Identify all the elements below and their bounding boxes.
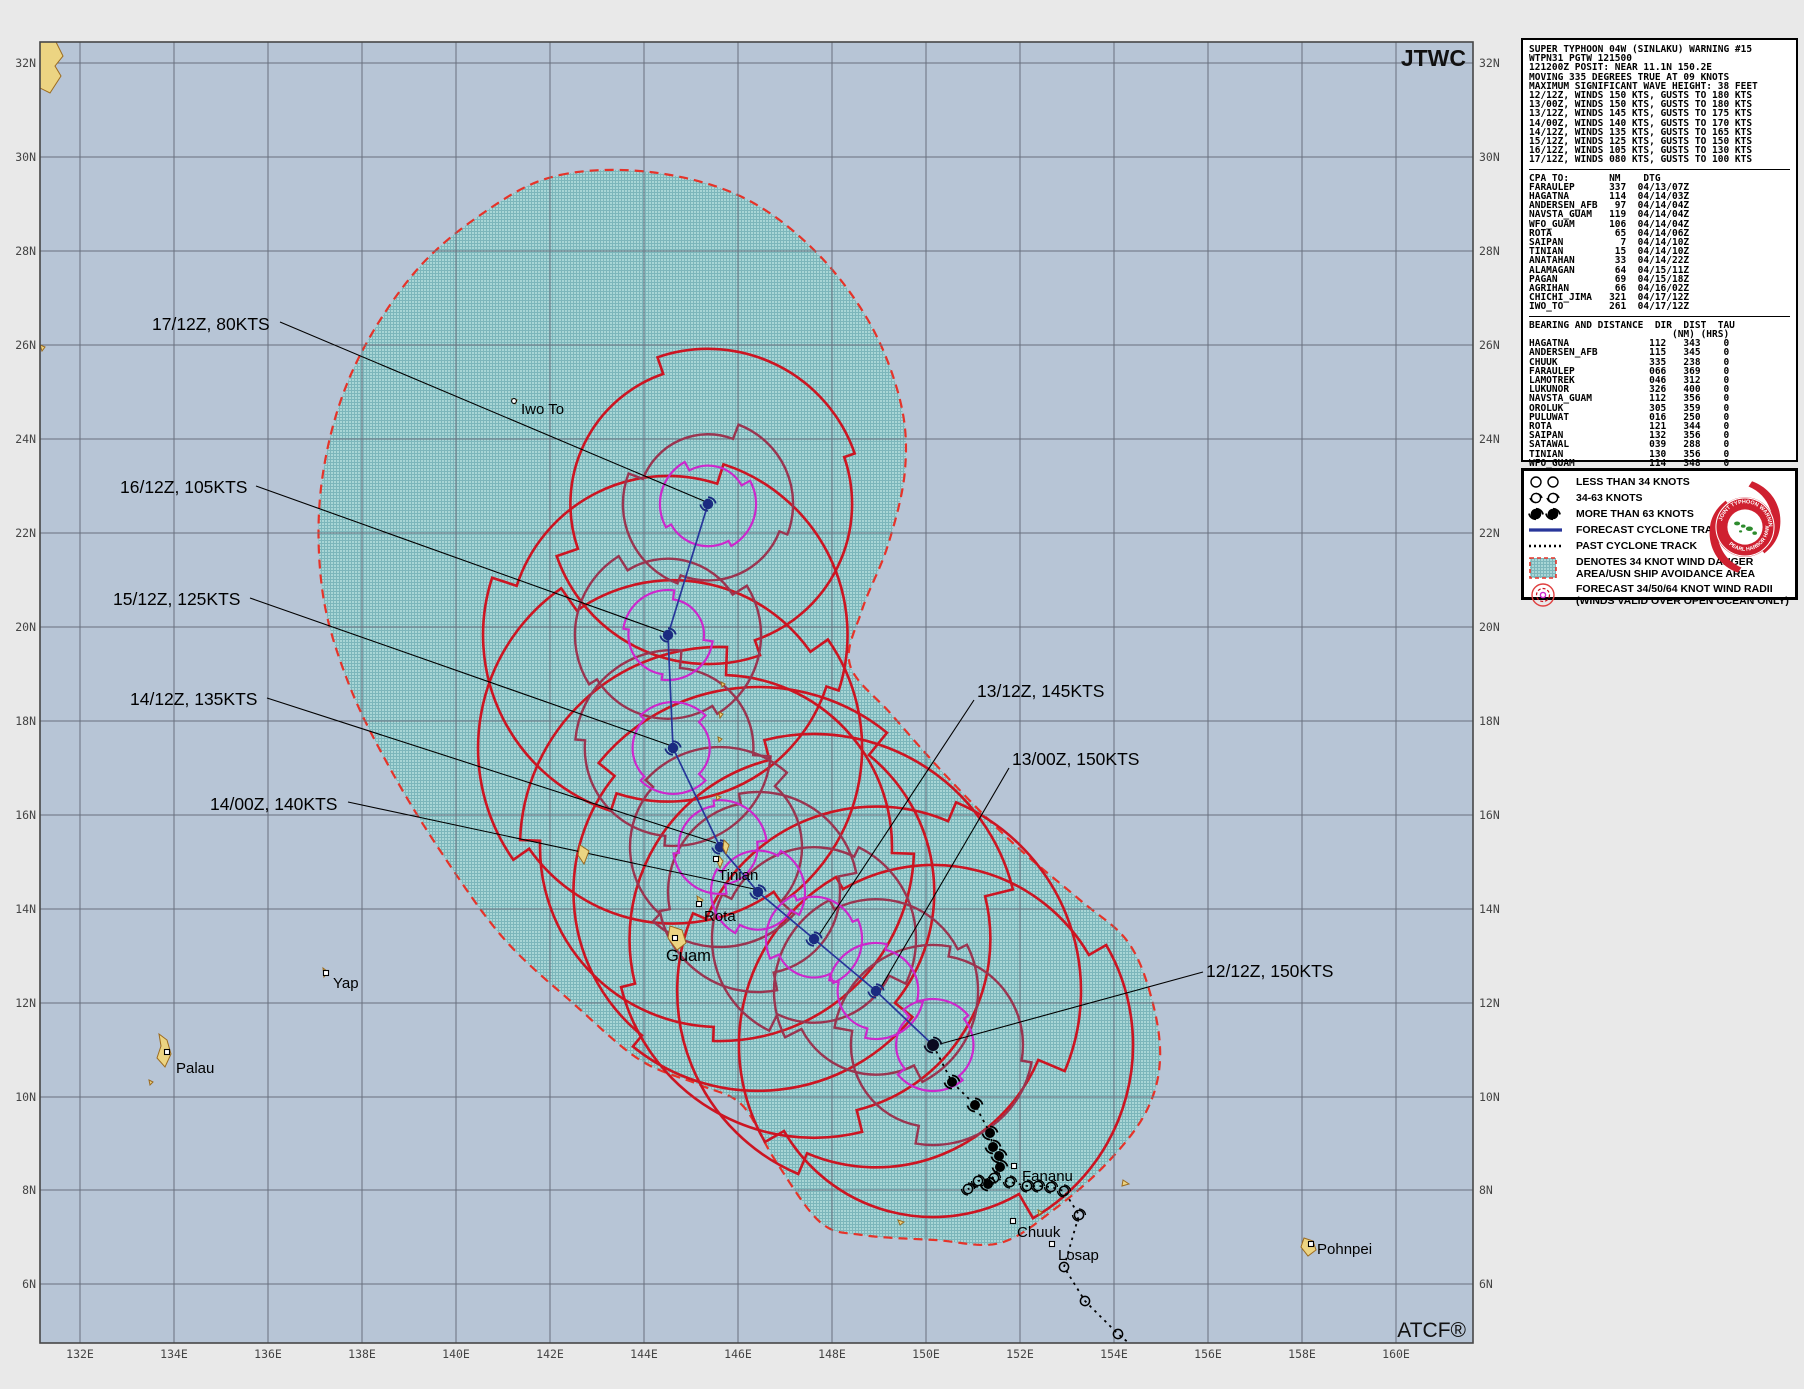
lon-label: 134E [160,1347,188,1361]
lon-label: 132E [66,1347,94,1361]
lat-label-right: 14N [1479,902,1500,916]
forecast-label-13/12Z: 13/12Z, 145KTS [977,681,1104,701]
place-marker-Palau [165,1050,170,1055]
lon-label: 136E [254,1347,282,1361]
legend-label: 34-63 KNOTS [1576,492,1643,504]
lat-label-right: 24N [1479,432,1500,446]
storm-circle-pair-icon [1528,490,1576,506]
forecast-label-12/12Z: 12/12Z, 150KTS [1206,961,1333,981]
place-label-Iwo To: Iwo To [521,401,564,418]
lat-label-left: 16N [15,808,36,822]
place-marker-Rota [697,902,702,907]
typhoon-warning-graphic: Iwo To Tinian Rota Guam Yap Palau Fananu Chuuk L… [0,0,1804,1389]
lat-label-left: 18N [15,714,36,728]
forecast-label-17/12Z: 17/12Z, 80KTS [152,314,270,334]
lat-label-right: 26N [1479,338,1500,352]
lon-label: 154E [1100,1347,1128,1361]
lat-label-left: 12N [15,996,36,1010]
lat-label-left: 10N [15,1090,36,1104]
legend-panel: LESS THAN 34 KNOTS 34-63 KNOTS MORE THAN… [1521,468,1798,600]
place-marker-Chuuk [1011,1219,1016,1224]
lat-label-right: 10N [1479,1090,1500,1104]
lat-label-right: 22N [1479,526,1500,540]
past-track-line-icon [1528,538,1576,554]
place-label-Tinian: Tinian [718,867,758,884]
lon-label: 142E [536,1347,564,1361]
lat-label-right: 6N [1479,1277,1493,1291]
lat-label-left: 20N [15,620,36,634]
lon-label: 158E [1288,1347,1316,1361]
lat-label-right: 18N [1479,714,1500,728]
lon-label: 156E [1194,1347,1222,1361]
wind-radii-rings-icon [1528,582,1576,608]
forecast-label-14/00Z: 14/00Z, 140KTS [210,794,337,814]
forecast-label-14/12Z: 14/12Z, 135KTS [130,689,257,709]
track-map: Iwo To Tinian Rota Guam Yap Palau Fananu Chuuk L… [0,0,1510,1389]
lat-label-right: 30N [1479,150,1500,164]
lon-label: 138E [348,1347,376,1361]
legend-label: PAST CYCLONE TRACK [1576,540,1697,552]
place-marker-Tinian [714,857,719,862]
place-marker-Guam [673,936,678,941]
forecast-label-13/00Z: 13/00Z, 150KTS [1012,749,1139,769]
lat-label-left: 26N [15,338,36,352]
lat-label-left: 6N [22,1277,36,1291]
place-label-Losap: Losap [1058,1247,1099,1264]
legend-item-wind-radii: FORECAST 34/50/64 KNOT WIND RADII(WINDS … [1528,581,1791,608]
lat-label-right: 12N [1479,996,1500,1010]
lat-label-left: 32N [15,56,36,70]
lat-label-right: 16N [1479,808,1500,822]
lat-label-right: 8N [1479,1183,1493,1197]
open-circle-pair-icon [1528,474,1576,490]
atcf-watermark: ATCF® [1397,1319,1466,1342]
place-label-Guam: Guam [666,947,711,965]
lat-label-right: 32N [1479,56,1500,70]
lat-label-left: 30N [15,150,36,164]
forecast-label-16/12Z: 16/12Z, 105KTS [120,477,247,497]
lon-label: 140E [442,1347,470,1361]
panel-divider [1529,169,1790,170]
place-label-Fananu: Fananu [1022,1168,1073,1185]
legend-label: FORECAST 34/50/64 KNOT WIND RADII(WINDS … [1576,583,1789,607]
legend-label: MORE THAN 63 KNOTS [1576,508,1694,520]
place-marker-Yap [324,971,329,976]
lat-label-left: 8N [22,1183,36,1197]
place-label-Palau: Palau [176,1060,214,1077]
lat-label-left: 14N [15,902,36,916]
lat-label-right: 28N [1479,244,1500,258]
place-marker-Fananu [1012,1164,1017,1169]
place-label-Pohnpei: Pohnpei [1317,1241,1372,1258]
lat-label-left: 22N [15,526,36,540]
lon-label: 152E [1006,1347,1034,1361]
place-marker-Iwo To [512,399,517,404]
warning-text-panel: SUPER TYPHOON 04W (SINLAKU) WARNING #15 … [1521,38,1798,462]
cpa-table: CPA TO: NM DTG FARAULEP 337 04/13/07Z HA… [1529,174,1790,312]
jtwc-seal-logo: JOINT TYPHOON WARNING CENTER PEARL HARBO… [1701,479,1789,575]
lon-label: 150E [912,1347,940,1361]
panel-divider [1529,316,1790,317]
warning-text: SUPER TYPHOON 04W (SINLAKU) WARNING #15 … [1529,45,1790,165]
lat-label-right: 20N [1479,620,1500,634]
place-marker-Pohnpei [1309,1242,1314,1247]
place-marker-Losap [1050,1242,1055,1247]
forecast-label-15/12Z: 15/12Z, 125KTS [113,589,240,609]
lon-label: 160E [1382,1347,1410,1361]
danger-area-swatch-icon [1528,555,1576,581]
bearing-distance-table: BEARING AND DISTANCE DIR DIST TAU (NM) (… [1529,321,1790,468]
lat-label-left: 28N [15,244,36,258]
lon-label: 144E [630,1347,658,1361]
place-label-Chuuk: Chuuk [1017,1224,1061,1241]
place-label-Yap: Yap [333,975,359,992]
lon-label: 146E [724,1347,752,1361]
place-label-Rota: Rota [704,908,736,925]
legend-label: LESS THAN 34 KNOTS [1576,476,1690,488]
lat-label-left: 24N [15,432,36,446]
lon-label: 148E [818,1347,846,1361]
typhoon-symbol-pair-icon [1528,506,1576,522]
jtwc-watermark: JTWC [1401,45,1466,71]
forecast-track-line-icon [1528,522,1576,538]
